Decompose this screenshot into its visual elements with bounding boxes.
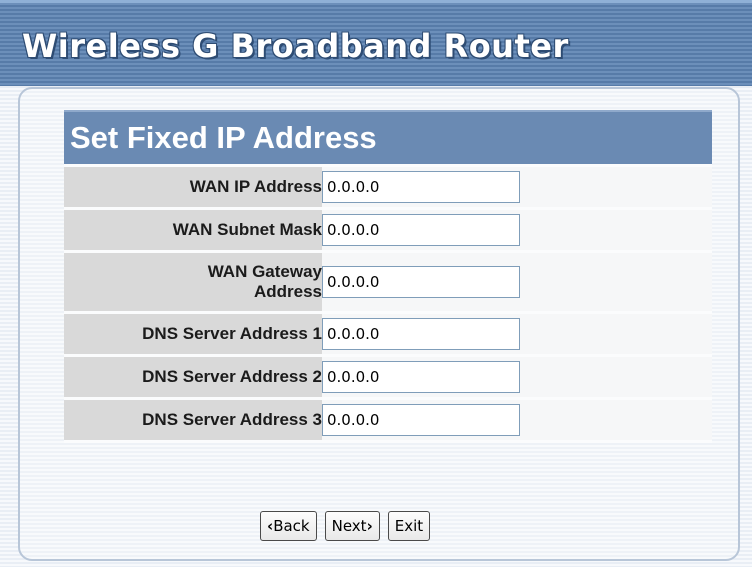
dns-server-3-label: DNS Server Address 3 bbox=[64, 400, 322, 440]
wan-gateway-label: WAN Gateway Address bbox=[64, 253, 322, 311]
app-title: Wireless G Broadband Router bbox=[22, 27, 569, 65]
fixed-ip-form: WAN IP Address WAN Subnet Mask WAN Gatew… bbox=[64, 164, 712, 443]
wan-ip-label: WAN IP Address bbox=[64, 167, 322, 207]
dns-server-2-label: DNS Server Address 2 bbox=[64, 357, 322, 397]
wan-subnet-mask-input[interactable] bbox=[322, 214, 520, 246]
chevron-right-icon: › bbox=[366, 517, 373, 535]
section-header: Set Fixed IP Address bbox=[64, 110, 712, 164]
wan-gateway-label-line2: Address bbox=[253, 282, 322, 301]
section-title: Set Fixed IP Address bbox=[70, 120, 377, 155]
exit-button[interactable]: Exit bbox=[387, 511, 431, 541]
exit-button-label: Exit bbox=[394, 517, 424, 535]
wan-ip-input[interactable] bbox=[322, 171, 520, 203]
dns-server-2-input[interactable] bbox=[322, 361, 520, 393]
dns-server-1-input[interactable] bbox=[322, 318, 520, 350]
dns-server-1-label: DNS Server Address 1 bbox=[64, 314, 322, 354]
form-row: WAN IP Address bbox=[64, 167, 712, 207]
back-button-label: Back bbox=[273, 517, 310, 535]
form-row: WAN Subnet Mask bbox=[64, 210, 712, 250]
next-button[interactable]: Next › bbox=[324, 511, 380, 541]
wan-gateway-label-line1: WAN Gateway bbox=[207, 262, 322, 281]
wizard-buttons: ‹ Back Next › Exit bbox=[260, 511, 431, 541]
wan-subnet-mask-label: WAN Subnet Mask bbox=[64, 210, 322, 250]
form-row: DNS Server Address 3 bbox=[64, 400, 712, 440]
back-button[interactable]: ‹ Back bbox=[260, 511, 317, 541]
form-row: DNS Server Address 1 bbox=[64, 314, 712, 354]
form-row: DNS Server Address 2 bbox=[64, 357, 712, 397]
form-row: WAN Gateway Address bbox=[64, 253, 712, 311]
wan-gateway-input[interactable] bbox=[322, 266, 520, 298]
dns-server-3-input[interactable] bbox=[322, 404, 520, 436]
header-bar: Wireless G Broadband Router bbox=[0, 0, 752, 86]
next-button-label: Next bbox=[331, 517, 367, 535]
